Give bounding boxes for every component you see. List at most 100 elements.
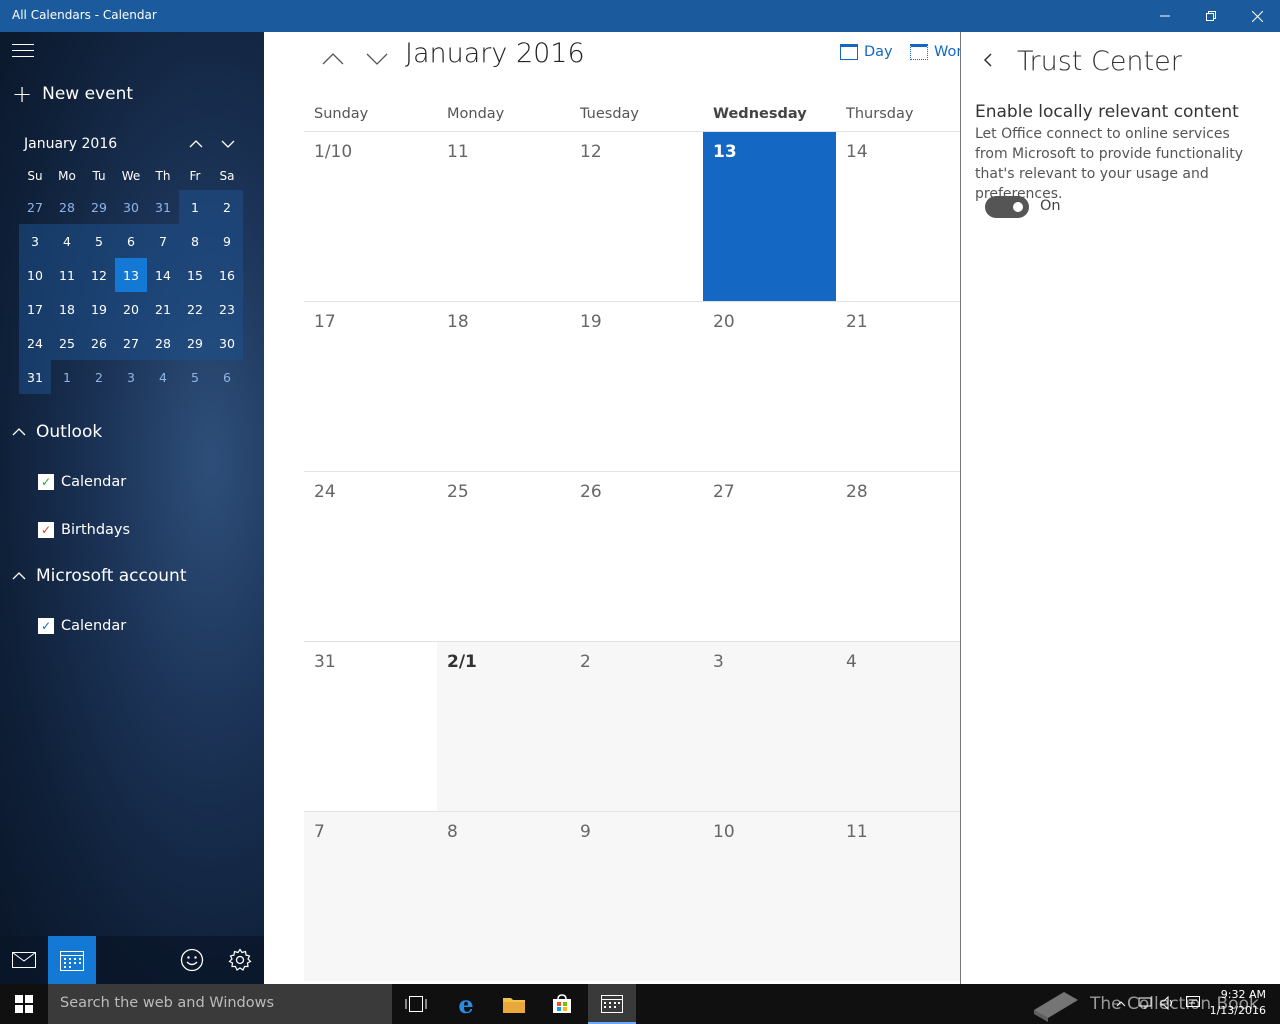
mini-day[interactable]: 4 (51, 224, 83, 258)
day-cell[interactable]: 8 (437, 812, 570, 981)
taskbar-clock[interactable]: 9:32 AM 1/13/2016 (1210, 987, 1266, 1019)
calendar-item-microsoft-calendar[interactable]: ✓ Calendar (38, 618, 126, 634)
calendar-taskbar-button[interactable] (588, 984, 636, 1024)
hamburger-menu-icon[interactable] (12, 44, 34, 60)
mini-day[interactable]: 12 (83, 258, 115, 292)
day-cell[interactable]: 2/1 (437, 642, 570, 811)
next-month-button[interactable] (362, 44, 392, 74)
checkbox-checked-icon[interactable]: ✓ (38, 522, 54, 538)
day-cell[interactable]: 27 (703, 472, 836, 641)
mini-calendar-prev-button[interactable] (184, 132, 208, 156)
work-week-view-button[interactable]: Wor (910, 44, 960, 60)
mini-day[interactable]: 22 (179, 292, 211, 326)
mini-day[interactable]: 3 (115, 360, 147, 394)
mini-calendar-next-button[interactable] (216, 132, 240, 156)
day-cell[interactable]: 14 (836, 132, 960, 301)
calendar-app-button[interactable] (48, 936, 96, 984)
mini-day[interactable]: 16 (211, 258, 243, 292)
mini-day[interactable]: 23 (211, 292, 243, 326)
mini-day[interactable]: 9 (211, 224, 243, 258)
action-center-icon[interactable] (1186, 996, 1200, 1013)
settings-button[interactable] (216, 936, 264, 984)
mini-day-today[interactable]: 13 (115, 258, 147, 292)
day-cell[interactable]: 20 (703, 302, 836, 471)
previous-month-button[interactable] (318, 44, 348, 74)
mini-day[interactable]: 20 (115, 292, 147, 326)
day-cell[interactable]: 28 (836, 472, 960, 641)
mini-day[interactable]: 29 (83, 190, 115, 224)
mini-day[interactable]: 27 (115, 326, 147, 360)
mini-day[interactable]: 18 (51, 292, 83, 326)
mini-day[interactable]: 17 (19, 292, 51, 326)
day-cell[interactable]: 3 (703, 642, 836, 811)
mini-day[interactable]: 10 (19, 258, 51, 292)
mini-day[interactable]: 25 (51, 326, 83, 360)
restore-button[interactable] (1188, 0, 1234, 32)
network-icon[interactable] (1138, 996, 1152, 1013)
feedback-button[interactable] (168, 936, 216, 984)
mini-day[interactable]: 2 (211, 190, 243, 224)
day-cell[interactable]: 19 (570, 302, 703, 471)
show-hidden-icons-button[interactable] (1116, 996, 1126, 1010)
day-cell[interactable]: 12 (570, 132, 703, 301)
mini-day[interactable]: 8 (179, 224, 211, 258)
mini-day[interactable]: 4 (147, 360, 179, 394)
mini-day[interactable]: 6 (115, 224, 147, 258)
mini-day[interactable]: 24 (19, 326, 51, 360)
task-view-button[interactable] (392, 984, 440, 1024)
close-button[interactable] (1234, 0, 1280, 32)
checkbox-checked-icon[interactable]: ✓ (38, 618, 54, 634)
locally-relevant-content-toggle[interactable] (985, 196, 1029, 218)
checkbox-checked-icon[interactable]: ✓ (38, 474, 54, 490)
mini-day[interactable]: 29 (179, 326, 211, 360)
day-cell[interactable]: 31 (304, 642, 437, 811)
day-cell[interactable]: 21 (836, 302, 960, 471)
day-cell[interactable]: 11 (836, 812, 960, 981)
day-cell[interactable]: 4 (836, 642, 960, 811)
day-cell[interactable]: 17 (304, 302, 437, 471)
taskbar-search-box[interactable]: Search the web and Windows (48, 984, 392, 1024)
mini-day[interactable]: 19 (83, 292, 115, 326)
new-event-button[interactable]: + New event (12, 82, 133, 106)
mini-day[interactable]: 27 (19, 190, 51, 224)
day-cell[interactable]: 25 (437, 472, 570, 641)
mini-day[interactable]: 30 (115, 190, 147, 224)
day-cell[interactable]: 1/10 (304, 132, 437, 301)
mail-button[interactable] (0, 936, 48, 984)
mini-day[interactable]: 21 (147, 292, 179, 326)
mini-day[interactable]: 31 (19, 360, 51, 394)
day-cell[interactable]: 24 (304, 472, 437, 641)
calendar-item-outlook-calendar[interactable]: ✓ Calendar (38, 474, 126, 490)
edge-button[interactable]: e (442, 984, 490, 1024)
mini-day[interactable]: 1 (51, 360, 83, 394)
day-cell[interactable]: 10 (703, 812, 836, 981)
group-outlook-header[interactable]: Outlook (12, 422, 102, 442)
back-button[interactable] (983, 52, 993, 73)
calendar-item-birthdays[interactable]: ✓ Birthdays (38, 522, 130, 538)
mini-day[interactable]: 14 (147, 258, 179, 292)
mini-day[interactable]: 26 (83, 326, 115, 360)
day-cell[interactable]: 11 (437, 132, 570, 301)
file-explorer-button[interactable] (490, 984, 538, 1024)
store-button[interactable] (538, 984, 586, 1024)
group-microsoft-account-header[interactable]: Microsoft account (12, 566, 187, 586)
mini-day[interactable]: 6 (211, 360, 243, 394)
day-cell[interactable]: 18 (437, 302, 570, 471)
mini-day[interactable]: 28 (147, 326, 179, 360)
day-cell[interactable]: 7 (304, 812, 437, 981)
mini-day[interactable]: 2 (83, 360, 115, 394)
mini-day[interactable]: 11 (51, 258, 83, 292)
mini-day[interactable]: 30 (211, 326, 243, 360)
mini-day[interactable]: 15 (179, 258, 211, 292)
mini-day[interactable]: 1 (179, 190, 211, 224)
start-button[interactable] (0, 984, 48, 1024)
mini-day[interactable]: 5 (179, 360, 211, 394)
day-cell-today[interactable]: 13 (703, 132, 836, 301)
mini-day[interactable]: 5 (83, 224, 115, 258)
day-view-button[interactable]: Day (840, 44, 893, 60)
day-cell[interactable]: 9 (570, 812, 703, 981)
mini-day[interactable]: 28 (51, 190, 83, 224)
mini-day[interactable]: 7 (147, 224, 179, 258)
minimize-button[interactable] (1142, 0, 1188, 32)
mini-day[interactable]: 3 (19, 224, 51, 258)
